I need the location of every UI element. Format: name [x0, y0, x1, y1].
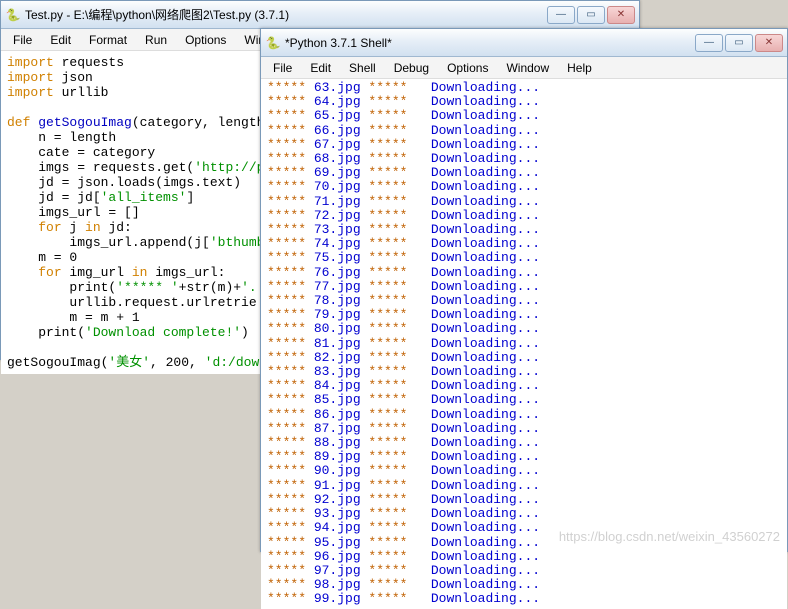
shell-menu-options[interactable]: Options [439, 59, 496, 77]
shell-menubar: FileEditShellDebugOptionsWindowHelp [261, 57, 787, 79]
python-icon: 🐍 [5, 7, 21, 23]
editor-menu-file[interactable]: File [5, 31, 40, 49]
editor-window-buttons: — ▭ ✕ [547, 6, 635, 24]
editor-title: Test.py - E:\编程\python\网络爬图2\Test.py (3.… [25, 6, 547, 23]
shell-output[interactable]: ***** 63.jpg ***** Downloading... ***** … [261, 79, 787, 609]
shell-menu-window[interactable]: Window [498, 59, 557, 77]
python-icon: 🐍 [265, 35, 281, 51]
shell-window-buttons: — ▭ ✕ [695, 34, 783, 52]
close-button[interactable]: ✕ [755, 34, 783, 52]
shell-menu-debug[interactable]: Debug [386, 59, 437, 77]
shell-menu-edit[interactable]: Edit [302, 59, 339, 77]
minimize-button[interactable]: — [547, 6, 575, 24]
maximize-button[interactable]: ▭ [725, 34, 753, 52]
editor-menu-run[interactable]: Run [137, 31, 175, 49]
editor-titlebar[interactable]: 🐍 Test.py - E:\编程\python\网络爬图2\Test.py (… [1, 1, 639, 29]
shell-menu-file[interactable]: File [265, 59, 300, 77]
editor-menu-options[interactable]: Options [177, 31, 234, 49]
shell-menu-help[interactable]: Help [559, 59, 600, 77]
shell-menu-shell[interactable]: Shell [341, 59, 384, 77]
minimize-button[interactable]: — [695, 34, 723, 52]
close-button[interactable]: ✕ [607, 6, 635, 24]
editor-menu-edit[interactable]: Edit [42, 31, 79, 49]
editor-menu-format[interactable]: Format [81, 31, 135, 49]
shell-title: *Python 3.7.1 Shell* [285, 36, 695, 50]
maximize-button[interactable]: ▭ [577, 6, 605, 24]
shell-window: 🐍 *Python 3.7.1 Shell* — ▭ ✕ FileEditShe… [260, 28, 788, 552]
shell-titlebar[interactable]: 🐍 *Python 3.7.1 Shell* — ▭ ✕ [261, 29, 787, 57]
